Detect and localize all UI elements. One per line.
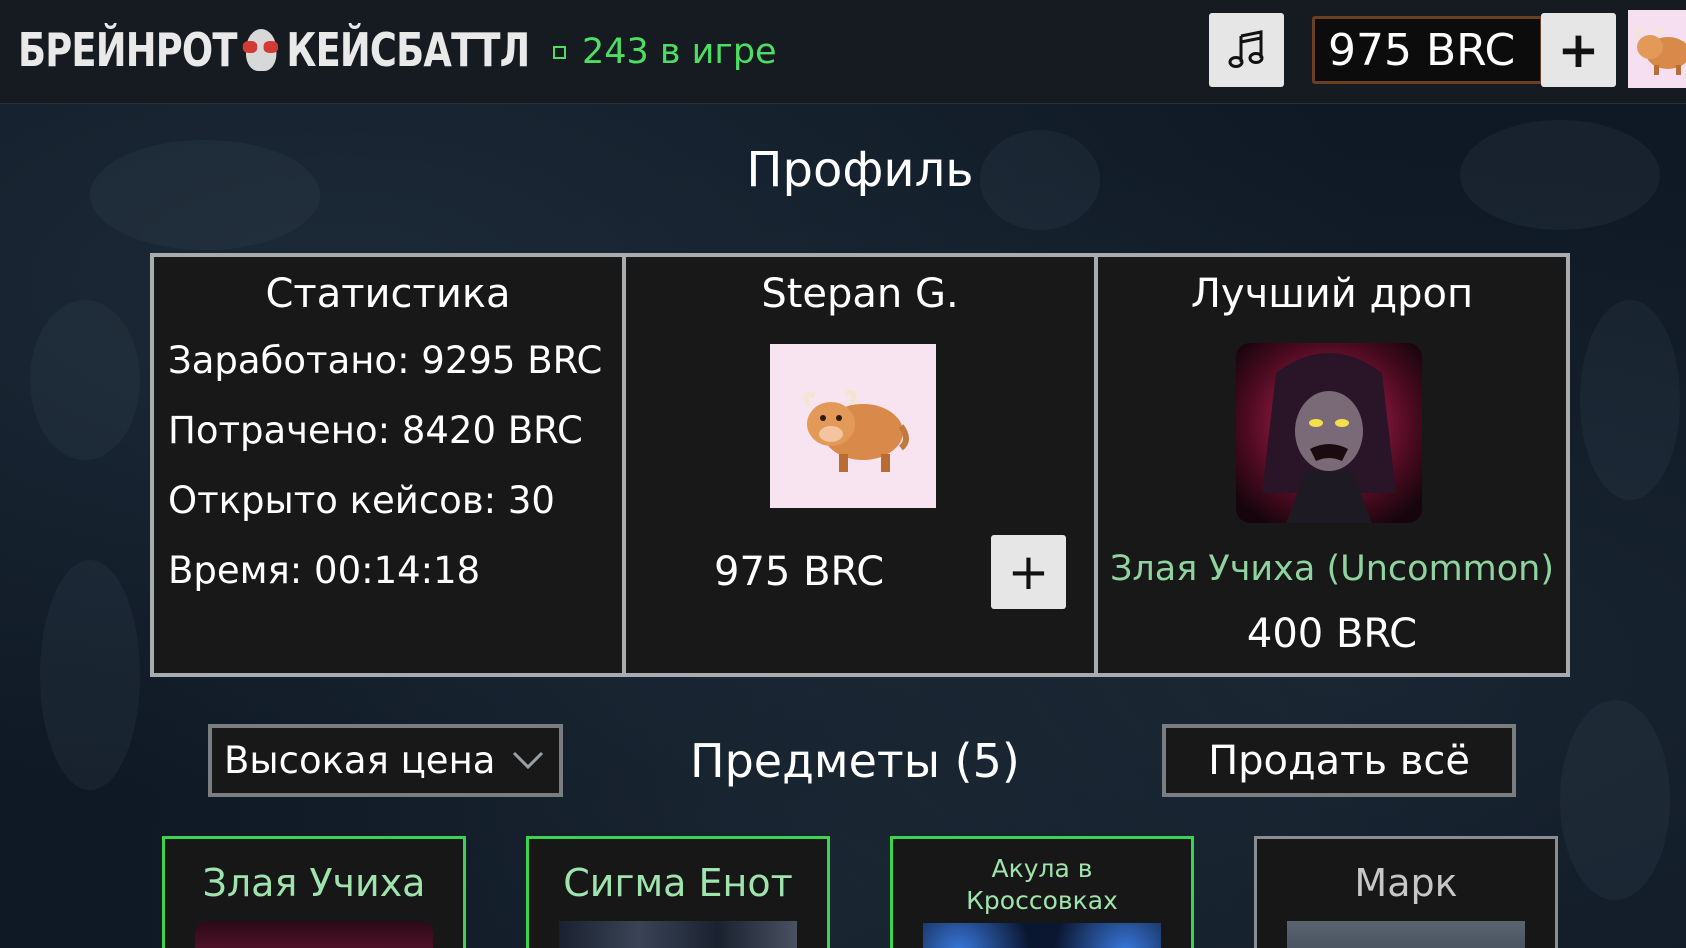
stats-title: Статистика <box>265 271 511 317</box>
items-title: Предметы (5) <box>690 734 1020 788</box>
top-bar: БРЕЙНРОТ КЕЙСБАТТЛ 243 в игре 975 BRC + <box>0 0 1686 104</box>
inventory-item-image <box>559 921 797 948</box>
skull-logo-icon <box>242 27 282 73</box>
page-title: Профиль <box>746 142 974 198</box>
best-drop-title: Лучший дроп <box>1190 271 1474 317</box>
inventory-item[interactable]: Марк <box>1254 836 1558 948</box>
stat-earned: Заработано: 9295 BRC <box>168 339 603 382</box>
profile-balance: 975 BRC <box>714 549 885 595</box>
inventory-item[interactable]: Акула в Кроссовках <box>890 836 1194 948</box>
user-name: Stepan G. <box>761 271 959 317</box>
best-drop-panel: Лучший дроп Злая Учиха (Uncommon) 400 BR… <box>1094 257 1566 673</box>
sort-select[interactable]: Высокая цена <box>208 724 563 797</box>
stats-panel: Статистика Заработано: 9295 BRC Потрачен… <box>154 257 622 673</box>
profile-top-up-button[interactable]: + <box>991 535 1066 609</box>
inventory-item-image <box>923 923 1161 948</box>
inventory-item[interactable]: Злая Учиха <box>162 836 466 948</box>
logo-text-right: КЕЙСБАТТЛ <box>286 23 530 77</box>
top-up-button[interactable]: + <box>1541 13 1616 87</box>
inventory-item-name: Марк <box>1354 861 1458 905</box>
inventory-item[interactable]: Сигма Енот <box>526 836 830 948</box>
site-logo[interactable]: БРЕЙНРОТ КЕЙСБАТТЛ <box>18 20 530 80</box>
chevron-down-icon <box>512 751 544 770</box>
inventory-item-name: Злая Учиха <box>202 861 426 905</box>
logo-text-left: БРЕЙНРОТ <box>18 23 238 77</box>
inventory-item-image <box>195 921 433 948</box>
stat-spent: Потрачено: 8420 BRC <box>168 409 583 452</box>
yak-avatar-icon <box>1636 26 1686 75</box>
best-drop-price: 400 BRC <box>1246 611 1418 657</box>
sort-select-value: Высокая цена <box>224 739 496 782</box>
stat-time: Время: 00:14:18 <box>168 549 481 592</box>
inventory-item-image <box>1287 921 1525 948</box>
stat-cases-opened: Открыто кейсов: 30 <box>168 479 555 522</box>
inventory-item-name: Акула в Кроссовках <box>966 854 1118 915</box>
profile-card: Статистика Заработано: 9295 BRC Потрачен… <box>150 253 1570 677</box>
best-drop-item-name: Злая Учиха (Uncommon) <box>1109 549 1555 589</box>
best-drop-image <box>1236 343 1422 523</box>
online-indicator-icon <box>553 45 566 59</box>
online-count-text: 243 в игре <box>582 32 777 72</box>
profile-avatar <box>770 344 936 508</box>
header-balance: 975 BRC <box>1312 16 1543 84</box>
music-note-icon <box>1228 30 1263 68</box>
music-toggle-button[interactable] <box>1209 13 1284 87</box>
online-counter: 243 в игре <box>553 28 777 76</box>
sell-all-button[interactable]: Продать всё <box>1162 724 1516 797</box>
inventory-item-name: Сигма Енот <box>563 861 793 905</box>
profile-page: БРЕЙНРОТ КЕЙСБАТТЛ 243 в игре 975 BRC + <box>0 0 1686 948</box>
yak-avatar-icon <box>803 389 909 472</box>
user-panel: Stepan G. 975 BRC + <box>622 257 1094 673</box>
user-avatar-button[interactable] <box>1628 10 1686 88</box>
